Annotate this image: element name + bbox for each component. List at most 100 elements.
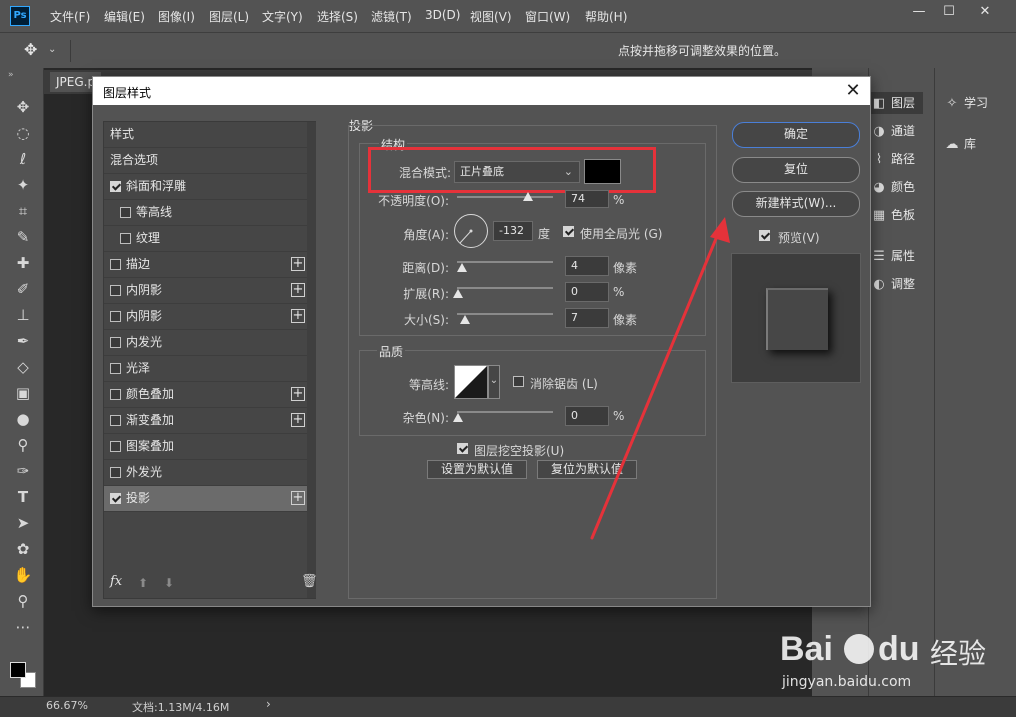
style-list-item[interactable]: 投影 + [104,486,307,512]
style-checkbox[interactable] [110,415,121,426]
spread-slider-thumb[interactable] [453,289,463,298]
angle-input[interactable]: -132 [493,221,533,241]
brush-tool-button[interactable]: ✐ [12,278,34,300]
style-checkbox[interactable] [110,363,121,374]
preview-row[interactable]: 预览(V) [757,225,857,247]
panel-tab-color[interactable]: ◕ 颜色 [871,176,915,198]
style-checkbox[interactable] [110,467,121,478]
knockout-checkbox[interactable] [457,443,468,454]
shadow-color-swatch[interactable] [584,159,621,184]
panel-tab-libraries[interactable]: ☁ 库 [944,133,977,155]
magic-wand-tool-button[interactable]: ✦ [12,174,34,196]
size-slider-track[interactable] [457,313,553,315]
preview-checkbox[interactable] [759,230,770,241]
type-tool-button[interactable]: T [12,486,34,508]
style-checkbox[interactable] [110,285,121,296]
add-effect-plus-icon[interactable]: + [291,309,305,323]
style-list-item[interactable]: 图案叠加 [104,434,307,460]
fx-icon[interactable]: fx [110,574,122,589]
panel-tab-properties[interactable]: ☰ 属性 [871,245,915,267]
menu-item-8[interactable]: 视图(V) [470,8,512,25]
menu-item-3[interactable]: 图层(L) [209,8,249,25]
menu-item-4[interactable]: 文字(Y) [262,8,303,25]
minimize-button[interactable]: — [906,2,932,22]
dialog-close-button[interactable]: ✕ [842,80,864,102]
style-checkbox[interactable] [110,337,121,348]
noise-slider-track[interactable] [457,411,553,413]
panel-tab-learn[interactable]: ✧ 学习 [944,92,988,114]
style-checkbox[interactable] [110,259,121,270]
blur-tool-button[interactable]: ● [12,408,34,430]
size-slider-thumb[interactable] [460,315,470,324]
spread-slider-track[interactable] [457,287,553,289]
lasso-tool-button[interactable]: ℓ [12,148,34,170]
menu-item-2[interactable]: 图像(I) [158,8,195,25]
move-up-icon[interactable]: ⬆ [138,576,148,590]
style-checkbox[interactable] [110,181,121,192]
shape-tool-button[interactable]: ✿ [12,538,34,560]
panel-tab-layers[interactable]: ◧ 图层 [871,92,924,114]
gradient-tool-button[interactable]: ▣ [12,382,34,404]
reset-button[interactable]: 复位 [732,157,860,183]
zoom-level[interactable]: 66.67% [46,699,88,712]
menu-item-10[interactable]: 帮助(H) [585,8,627,25]
style-list-item[interactable]: 等高线 [104,200,307,226]
style-checkbox[interactable] [110,389,121,400]
dodge-tool-button[interactable]: ⚲ [12,434,34,456]
clone-stamp-tool-button[interactable]: ⊥ [12,304,34,326]
move-down-icon[interactable]: ⬇ [164,576,174,590]
panel-tab-swatches[interactable]: ▦ 色板 [871,204,915,226]
style-checkbox[interactable] [110,493,121,504]
style-list-item[interactable]: 外发光 [104,460,307,486]
style-list-item[interactable]: 斜面和浮雕 [104,174,307,200]
opacity-slider-track[interactable] [457,196,553,198]
tool-preset-chevron-icon[interactable]: ⌄ [48,44,56,55]
style-checkbox[interactable] [110,441,121,452]
style-list-item[interactable]: 内阴影 + [104,278,307,304]
add-effect-plus-icon[interactable]: + [291,283,305,297]
zoom-tool-button[interactable]: ⚲ [12,590,34,612]
pen-tool-button[interactable]: ✑ [12,460,34,482]
menu-item-7[interactable]: 3D(D) [425,8,460,22]
style-list-item[interactable]: 内发光 [104,330,307,356]
menu-item-1[interactable]: 编辑(E) [104,8,145,25]
panel-tab-paths[interactable]: ⌇ 路径 [871,148,915,170]
move-tool-button[interactable]: ✥ [12,96,34,118]
menu-item-9[interactable]: 窗口(W) [525,8,570,25]
history-brush-tool-button[interactable]: ✒ [12,330,34,352]
contour-picker[interactable] [454,365,488,399]
marquee-tool-button[interactable]: ◌ [12,122,34,144]
ok-button[interactable]: 确定 [732,122,860,148]
eraser-tool-button[interactable]: ◇ [12,356,34,378]
maximize-button[interactable]: ☐ [936,2,962,22]
style-list-item[interactable]: 光泽 [104,356,307,382]
panel-tab-channels[interactable]: ◑ 通道 [871,120,915,142]
panel-tab-adjustments[interactable]: ◐ 调整 [871,273,915,295]
angle-dial[interactable] [454,214,488,248]
style-checkbox[interactable] [110,311,121,322]
anti-alias-checkbox[interactable] [513,376,524,387]
style-list-scrollbar[interactable] [307,122,316,598]
distance-slider-thumb[interactable] [457,263,467,272]
style-list-item[interactable]: 颜色叠加 + [104,382,307,408]
make-default-button[interactable]: 设置为默认值 [427,460,527,479]
dialog-title-bar[interactable]: 图层样式 ✕ [93,77,870,105]
eyedropper-tool-button[interactable]: ✎ [12,226,34,248]
style-list-item[interactable]: 纹理 [104,226,307,252]
healing-brush-tool-button[interactable]: ✚ [12,252,34,274]
add-effect-plus-icon[interactable]: + [291,413,305,427]
menu-item-5[interactable]: 选择(S) [317,8,358,25]
path-selection-tool-button[interactable]: ➤ [12,512,34,534]
style-list-item[interactable]: 内阴影 + [104,304,307,330]
style-list-item[interactable]: 渐变叠加 + [104,408,307,434]
more-tools-button[interactable]: ⋯ [12,616,34,638]
style-list-item[interactable]: 混合选项 [104,148,307,174]
opacity-input[interactable]: 74 [565,190,609,208]
toolbar-collapse-icon[interactable]: » [8,70,14,80]
crop-tool-button[interactable]: ⌗ [12,200,34,222]
contour-dropdown-chevron-icon[interactable]: ⌄ [488,365,500,399]
opacity-slider-thumb[interactable] [523,192,534,201]
distance-slider-track[interactable] [457,261,553,263]
hand-tool-button[interactable]: ✋ [12,564,34,586]
close-window-button[interactable]: ✕ [972,2,998,22]
